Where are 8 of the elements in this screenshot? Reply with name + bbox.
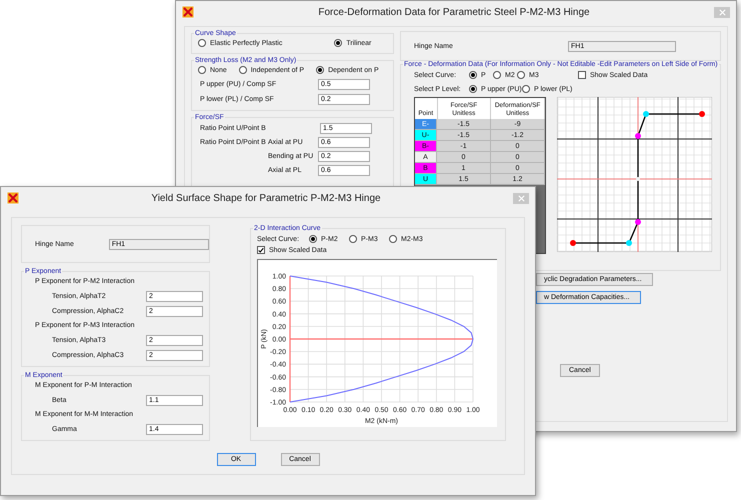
close-button[interactable] xyxy=(714,6,730,18)
window-title: Yield Surface Shape for Parametric P-M2-M3 Hinge xyxy=(150,192,382,204)
app-icon xyxy=(7,192,19,204)
window-title: Force-Deformation Data for Parametric Steel P-M2-M3 Hinge xyxy=(317,6,591,18)
close-icon xyxy=(718,8,726,16)
close-button[interactable] xyxy=(513,192,529,204)
app-icon xyxy=(182,6,194,18)
close-icon xyxy=(518,194,524,202)
